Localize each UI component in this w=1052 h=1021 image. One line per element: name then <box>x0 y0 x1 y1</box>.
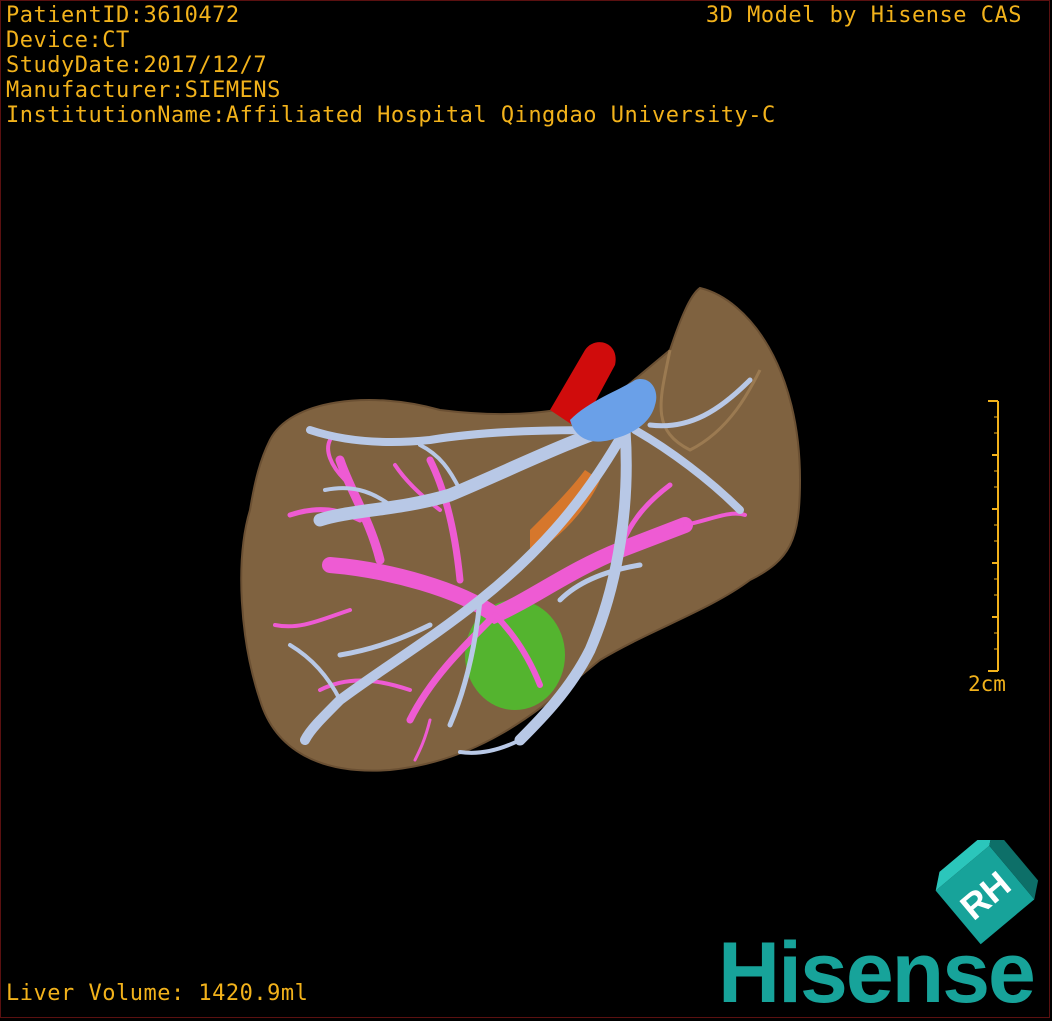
hisense-wordmark: Hisense <box>718 925 1036 1021</box>
scale-bar-label: 2cm <box>968 672 1006 696</box>
manufacturer-label: Manufacturer:SIEMENS <box>6 78 281 103</box>
study-date-label: StudyDate:2017/12/7 <box>6 53 268 78</box>
liver-volume-label: Liver Volume: 1420.9ml <box>6 981 309 1006</box>
dicom-info-overlay: PatientID:3610472 Device:CT StudyDate:2017… <box>6 3 776 128</box>
device-label: Device:CT <box>6 28 130 53</box>
model-brand-caption: 3D Model by Hisense CAS <box>705 3 1022 28</box>
patient-id-label: PatientID:3610472 <box>6 3 240 28</box>
scale-bar <box>988 400 999 672</box>
institution-label: InstitutionName:Affiliated Hospital Qing… <box>6 103 776 128</box>
liver-3d-model[interactable] <box>230 280 810 800</box>
